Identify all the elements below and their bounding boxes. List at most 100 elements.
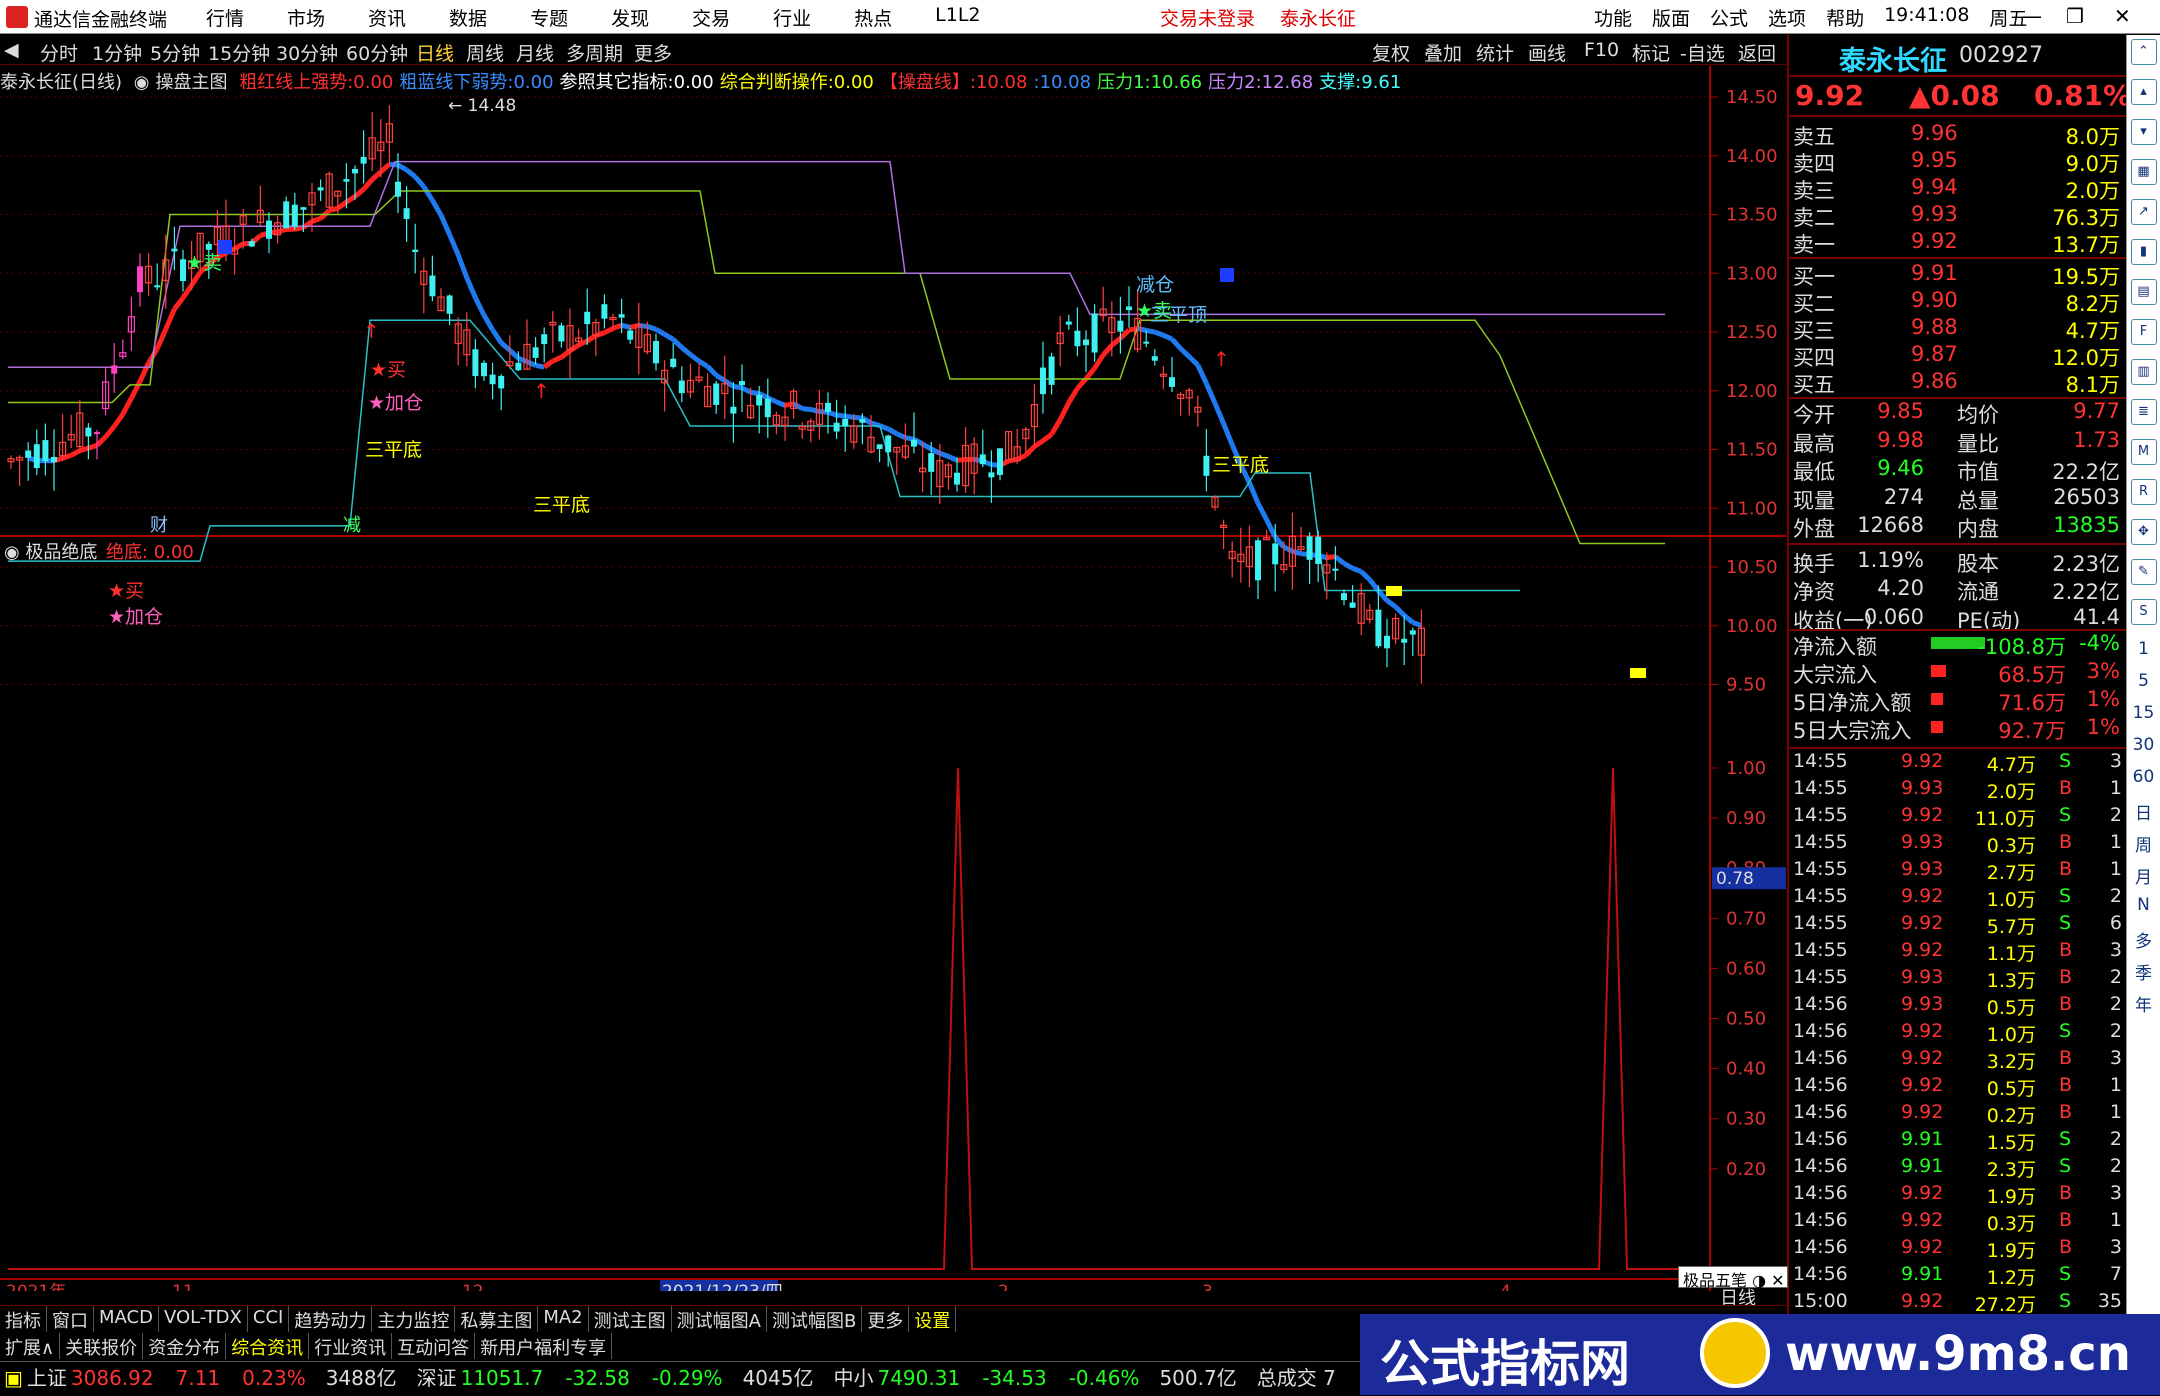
tool-button[interactable]: -自选 (1680, 39, 1725, 66)
candle[interactable] (1246, 526, 1252, 588)
menu-item[interactable]: 交易 (692, 4, 730, 31)
candle[interactable] (111, 343, 117, 393)
candle[interactable] (103, 368, 109, 415)
candle[interactable] (1367, 604, 1373, 624)
candle[interactable] (8, 455, 14, 468)
tool-button[interactable]: 画线 (1528, 39, 1566, 66)
tool-button[interactable]: F10 (1584, 39, 1619, 61)
menu-item[interactable]: 帮助 (1826, 4, 1864, 31)
candle[interactable] (404, 186, 410, 242)
candle[interactable] (662, 360, 668, 411)
candle[interactable] (1332, 546, 1338, 580)
extension-tab[interactable]: 新用户福利专享 (475, 1333, 612, 1359)
extension-tab[interactable]: 关联报价 (60, 1333, 143, 1359)
side-period-15[interactable]: 15 (2127, 703, 2160, 735)
candle[interactable] (455, 317, 461, 365)
candle[interactable] (1040, 342, 1046, 414)
candle[interactable] (558, 323, 564, 348)
candle[interactable] (670, 343, 676, 369)
candle[interactable] (1092, 304, 1098, 362)
candle[interactable] (627, 328, 633, 344)
candle[interactable] (1126, 286, 1132, 327)
candle[interactable] (257, 186, 263, 227)
chart-icon[interactable]: ≣ (2131, 399, 2157, 425)
candle[interactable] (1195, 395, 1201, 426)
candle[interactable] (318, 179, 324, 201)
side-period-quarter[interactable]: 季 (2127, 959, 2160, 991)
period-tab[interactable]: 月线 (516, 39, 554, 66)
candle[interactable] (1049, 353, 1055, 395)
candle[interactable] (326, 172, 332, 210)
indicator-tab[interactable]: 设置 (909, 1306, 956, 1332)
candle[interactable] (1031, 384, 1037, 447)
extension-tab[interactable]: 行业资讯 (309, 1333, 392, 1359)
candle[interactable] (971, 437, 977, 494)
menu-item[interactable]: 行业 (773, 4, 811, 31)
candle[interactable] (773, 412, 779, 435)
side-period-30[interactable]: 30 (2127, 735, 2160, 767)
indicator-tab[interactable]: VOL-TDX (159, 1306, 248, 1332)
candle[interactable] (1307, 532, 1313, 583)
settings-icon[interactable]: ◉ (134, 72, 150, 93)
candle[interactable] (1410, 627, 1416, 656)
candle[interactable] (782, 403, 788, 441)
candle[interactable] (1255, 537, 1261, 599)
side-period-1[interactable]: 1 (2127, 639, 2160, 671)
candle[interactable] (490, 363, 496, 399)
period-tab[interactable]: 15分钟 (208, 39, 270, 66)
chart-icon[interactable]: ▴ (2131, 79, 2157, 105)
indicator-tab[interactable]: 主力监控 (372, 1306, 455, 1332)
candle[interactable] (1117, 297, 1123, 354)
candle[interactable] (997, 448, 1003, 480)
index-name[interactable]: 深证 (417, 1366, 457, 1390)
candle[interactable] (980, 430, 986, 467)
chart-icon[interactable]: ▮ (2131, 239, 2157, 265)
menu-item[interactable]: 选项 (1768, 4, 1806, 31)
chart-icon[interactable]: ✎ (2131, 559, 2157, 585)
candle[interactable] (412, 224, 418, 274)
index-name[interactable]: 上证 (27, 1366, 67, 1390)
candle[interactable] (1341, 590, 1347, 606)
candle[interactable] (42, 424, 48, 476)
candle[interactable] (1401, 615, 1407, 665)
formula-name[interactable]: 操盘主图 (156, 72, 228, 93)
candle[interactable] (1152, 349, 1158, 366)
candle[interactable] (816, 390, 822, 439)
candle[interactable] (567, 308, 573, 378)
chart-icon[interactable]: R (2131, 479, 2157, 505)
indicator-tab[interactable]: 更多 (862, 1306, 909, 1332)
period-tab-active[interactable]: 日线 (416, 39, 454, 66)
candle[interactable] (1066, 315, 1072, 330)
candle[interactable] (292, 193, 298, 230)
chart-icon[interactable]: ▾ (2131, 119, 2157, 145)
period-tab[interactable]: 60分钟 (346, 39, 408, 66)
candle[interactable] (902, 423, 908, 459)
menu-item[interactable]: L1L2 (935, 4, 980, 31)
candle[interactable] (386, 105, 392, 166)
candle[interactable] (25, 442, 31, 481)
candle[interactable] (679, 366, 685, 402)
side-period-60[interactable]: 60 (2127, 767, 2160, 799)
candle[interactable] (1057, 316, 1063, 366)
indicator-tab[interactable]: CCI (248, 1306, 289, 1332)
candle[interactable] (85, 423, 91, 459)
extension-tab[interactable]: 综合资讯 (226, 1333, 309, 1359)
candle[interactable] (266, 212, 272, 253)
tool-button[interactable]: 叠加 (1424, 39, 1462, 66)
candle[interactable] (730, 382, 736, 443)
tool-button[interactable]: 复权 (1372, 39, 1410, 66)
side-period-n[interactable]: N (2127, 895, 2160, 927)
extension-tab[interactable]: 互动问答 (392, 1333, 475, 1359)
candle[interactable] (988, 450, 994, 502)
candle[interactable] (799, 422, 805, 439)
candle[interactable] (894, 447, 900, 475)
candle[interactable] (438, 288, 444, 311)
minimize-icon[interactable]: — (2022, 4, 2042, 28)
candle[interactable] (653, 334, 659, 371)
period-tab[interactable]: 1分钟 (92, 39, 142, 66)
candle[interactable] (1221, 520, 1227, 550)
candle[interactable] (765, 379, 771, 438)
candle[interactable] (1006, 431, 1012, 461)
candle[interactable] (541, 327, 547, 362)
candle[interactable] (696, 363, 702, 383)
